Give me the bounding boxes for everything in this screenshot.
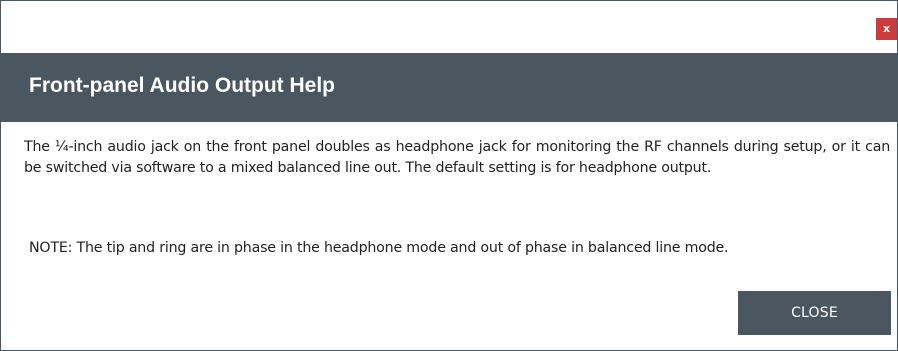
dialog-body: The ¼-inch audio jack on the front panel…	[24, 137, 890, 178]
close-button[interactable]: CLOSE	[738, 291, 891, 335]
dialog-title: Front-panel Audio Output Help	[29, 74, 336, 97]
dialog-header: Front-panel Audio Output Help	[1, 53, 897, 122]
note-text: NOTE: The tip and ring are in phase in t…	[29, 240, 729, 256]
help-dialog: x Front-panel Audio Output Help The ¼-in…	[0, 0, 898, 351]
close-icon[interactable]: x	[876, 18, 897, 40]
help-paragraph: The ¼-inch audio jack on the front panel…	[24, 139, 890, 176]
